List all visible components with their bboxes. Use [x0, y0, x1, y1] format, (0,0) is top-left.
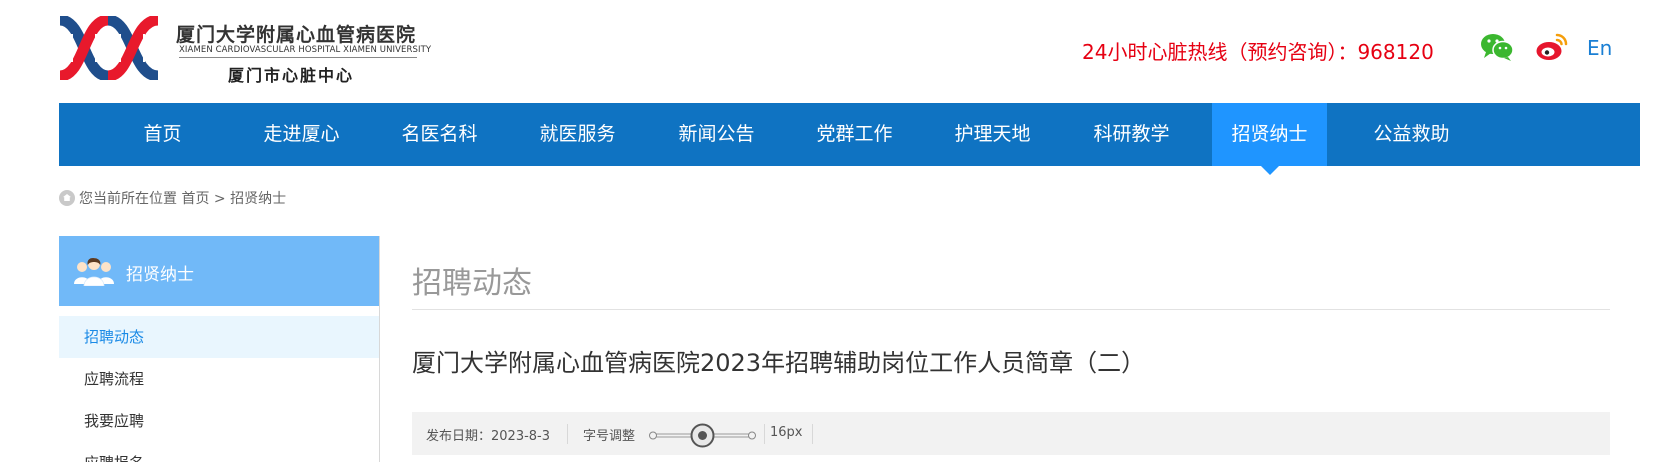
- sidebar-item-registration[interactable]: 应聘报名: [59, 442, 379, 462]
- meta-divider: [812, 424, 813, 444]
- sidebar-item-apply[interactable]: 我要应聘: [59, 400, 379, 442]
- nav-item-doctors[interactable]: 名医名科: [382, 103, 497, 166]
- nav-item-charity[interactable]: 公益救助: [1354, 103, 1469, 166]
- logo-english-name: XIAMEN CARDIOVASCULAR HOSPITAL XIAMEN UN…: [179, 45, 432, 55]
- section-title: 招聘动态: [412, 266, 532, 301]
- weibo-icon[interactable]: [1535, 32, 1569, 62]
- nav-item-nursing[interactable]: 护理天地: [935, 103, 1050, 166]
- staff-group-icon: [74, 258, 114, 286]
- meta-divider: [764, 424, 765, 444]
- font-size-value: 16px: [770, 425, 803, 440]
- publish-date-label: 发布日期：: [426, 429, 492, 444]
- breadcrumb-separator: >: [213, 191, 226, 207]
- home-icon: [59, 190, 75, 206]
- nav-active-indicator: [1260, 166, 1279, 175]
- meta-divider: [567, 424, 568, 444]
- english-language-link[interactable]: En: [1587, 36, 1612, 60]
- nav-item-recruitment-label: 招贤纳士: [1231, 123, 1308, 145]
- publish-date: 发布日期：2023-8-3: [426, 425, 550, 444]
- breadcrumb: 您当前所在位置 首页 > 招贤纳士: [59, 188, 286, 208]
- article-meta-bar: 发布日期：2023-8-3 字号调整 16px: [412, 412, 1610, 455]
- font-size-slider-knob[interactable]: [690, 423, 715, 448]
- sidebar: 招贤纳士 招聘动态 应聘流程 我要应聘 应聘报名: [59, 236, 380, 462]
- nav-item-news[interactable]: 新闻公告: [659, 103, 774, 166]
- hotline-text: 24小时心脏热线（预约咨询）：968120: [1082, 40, 1434, 64]
- nav-item-research[interactable]: 科研教学: [1074, 103, 1189, 166]
- nav-item-about[interactable]: 走进厦心: [244, 103, 359, 166]
- publish-date-value: 2023-8-3: [491, 429, 551, 444]
- hospital-logo[interactable]: 厦门大学附属心血管病医院 XIAMEN CARDIOVASCULAR HOSPI…: [58, 16, 431, 85]
- article-title: 厦门大学附属心血管病医院2023年招聘辅助岗位工作人员简章（二）: [412, 349, 1146, 377]
- section-divider: [412, 309, 1610, 310]
- breadcrumb-prefix: 您当前所在位置: [79, 191, 177, 207]
- main-nav: 首页 走进厦心 名医名科 就医服务 新闻公告 党群工作 护理天地 科研教学 招贤…: [59, 103, 1640, 175]
- nav-item-party[interactable]: 党群工作: [797, 103, 912, 166]
- sidebar-header: 招贤纳士: [59, 236, 379, 306]
- sidebar-item-process[interactable]: 应聘流程: [59, 358, 379, 400]
- logo-divider: [179, 57, 417, 58]
- breadcrumb-home-link[interactable]: 首页: [181, 191, 209, 207]
- font-size-slider[interactable]: [648, 420, 758, 448]
- logo-chinese-name: 厦门大学附属心血管病医院: [176, 24, 417, 46]
- sidebar-item-job-news[interactable]: 招聘动态: [59, 316, 379, 358]
- wechat-icon[interactable]: [1480, 32, 1514, 62]
- nav-item-services[interactable]: 就医服务: [520, 103, 635, 166]
- sidebar-title: 招贤纳士: [126, 265, 194, 285]
- nav-item-recruitment[interactable]: 招贤纳士: [1212, 103, 1327, 175]
- logo-subtitle: 厦门市心脏中心: [228, 66, 355, 85]
- page: 厦门大学附属心血管病医院 XIAMEN CARDIOVASCULAR HOSPI…: [0, 0, 1670, 462]
- breadcrumb-current[interactable]: 招贤纳士: [230, 191, 286, 207]
- dna-logo-icon: [58, 16, 160, 80]
- font-size-label: 字号调整: [583, 429, 636, 444]
- nav-item-home[interactable]: 首页: [105, 103, 220, 166]
